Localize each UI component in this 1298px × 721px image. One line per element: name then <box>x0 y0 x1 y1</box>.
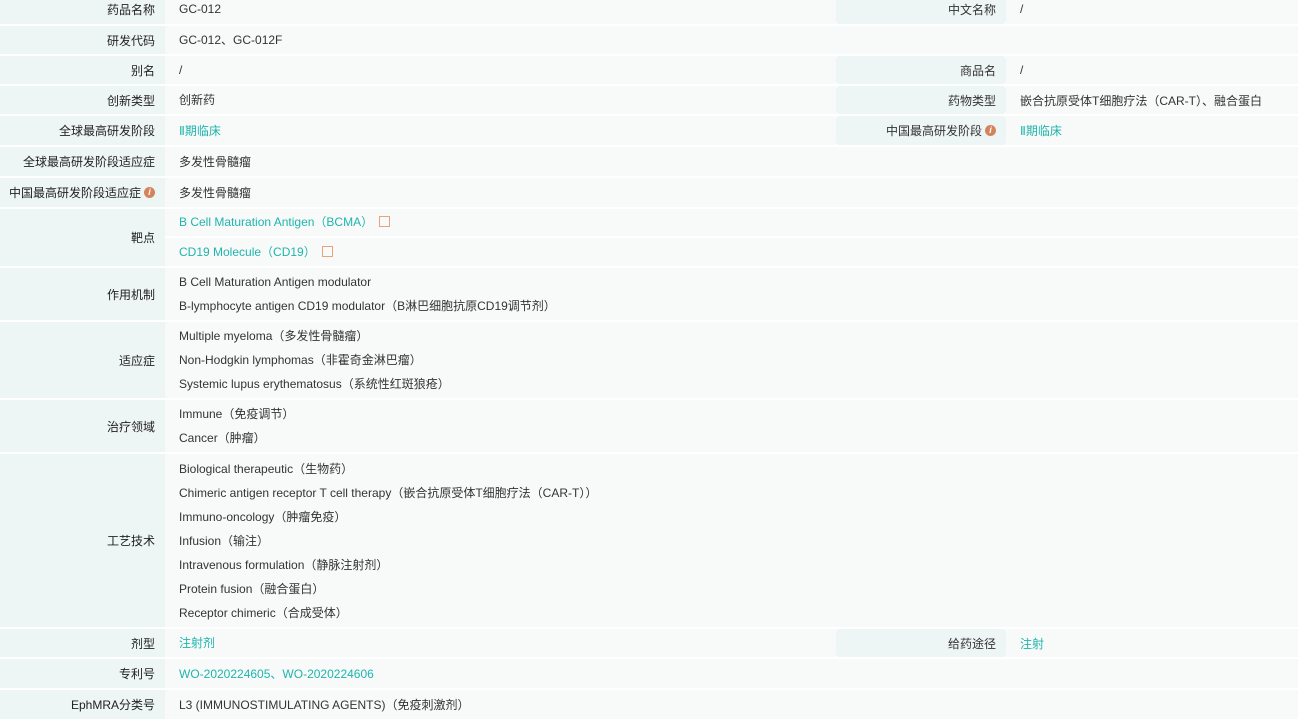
row-china-indication: 中国最高研发阶段适应症 i 多发性骨髓瘤 <box>0 178 1298 207</box>
value: / <box>1006 0 1298 24</box>
value: 多发性骨髓瘤 <box>179 185 252 200</box>
label: 研发代码 <box>0 26 165 54</box>
value: Receptor chimeric（合成受体） <box>179 605 348 620</box>
label: 剂型 <box>0 629 165 657</box>
value: GC-012 <box>179 2 222 16</box>
value: 多发性骨髓瘤 <box>179 154 252 169</box>
global-phase-link[interactable]: Ⅱ期临床 <box>179 119 822 143</box>
value: Immune（免疫调节） <box>179 407 295 421</box>
label: 药物类型 <box>836 86 1006 114</box>
label: 商品名 <box>836 56 1006 84</box>
value: B Cell Maturation Antigen modulator <box>179 275 372 289</box>
row-alias: 别名 / 商品名 / <box>0 56 1298 84</box>
value: 创新药 <box>179 93 216 107</box>
label: 中国最高研发阶段 <box>885 124 982 138</box>
patent-link[interactable]: WO-2020224605 <box>179 667 270 681</box>
row-technology: 工艺技术 Biological therapeutic（生物药） Chimeri… <box>0 454 1298 627</box>
value: Systemic lupus erythematosus（系统性红斑狼疮） <box>179 377 450 391</box>
label: 给药途径 <box>836 629 1006 657</box>
target-link[interactable]: B Cell Maturation Antigen（BCMA） <box>179 215 373 229</box>
value: B-lymphocyte antigen CD19 modulator（B淋巴细… <box>179 299 556 313</box>
value: Multiple myeloma（多发性骨髓瘤） <box>179 329 369 343</box>
label: 作用机制 <box>0 268 165 320</box>
label: 全球最高研发阶段适应症 <box>0 147 165 176</box>
value: Cancer（肿瘤） <box>179 431 266 445</box>
value: Non-Hodgkin lymphomas（非霍奇金淋巴瘤） <box>179 353 422 367</box>
value: / <box>1006 56 1298 84</box>
value: Chimeric antigen receptor T cell therapy… <box>179 485 598 500</box>
row-phase: 全球最高研发阶段 Ⅱ期临床 中国最高研发阶段 i Ⅱ期临床 <box>0 116 1298 145</box>
value: Protein fusion（融合蛋白） <box>179 581 325 596</box>
row-innovation-type: 创新类型 创新药 药物类型 嵌合抗原受体T细胞疗法（CAR-T）、融合蛋白 <box>0 86 1298 114</box>
label: 适应症 <box>0 322 165 398</box>
row-ephmra: EphMRA分类号 L3 (IMMUNOSTIMULATING AGENTS)（… <box>0 690 1298 719</box>
label: 药品名称 <box>0 0 165 24</box>
row-global-indication: 全球最高研发阶段适应症 多发性骨髓瘤 <box>0 147 1298 176</box>
row-drug-name: 药品名称 GC-012 中文名称 / <box>0 0 1298 24</box>
value: Infusion（输注） <box>179 533 270 548</box>
label: 专利号 <box>0 659 165 688</box>
label: EphMRA分类号 <box>0 690 165 719</box>
target-link[interactable]: CD19 Molecule（CD19） <box>179 245 316 259</box>
label: 别名 <box>0 56 165 84</box>
row-therapy-area: 治疗领域 Immune（免疫调节） Cancer（肿瘤） <box>0 400 1298 452</box>
route-link[interactable]: 注射 <box>1006 629 1298 657</box>
value: 嵌合抗原受体T细胞疗法（CAR-T）、融合蛋白 <box>1006 86 1298 114</box>
row-target: 靶点 B Cell Maturation Antigen（BCMA） CD19 … <box>0 209 1298 266</box>
row-code: 研发代码 GC-012、GC-012F <box>0 26 1298 54</box>
label: 中文名称 <box>836 0 1006 24</box>
external-link-icon[interactable] <box>379 216 391 227</box>
value: GC-012、GC-012F <box>179 33 283 47</box>
patent-link[interactable]: WO-2020224606 <box>282 667 373 681</box>
label: 中国最高研发阶段适应症 <box>8 186 141 200</box>
drug-info-table: 药品名称 GC-012 中文名称 / 研发代码 GC-012、GC-012F 别… <box>0 0 1298 721</box>
separator: 、 <box>270 666 283 681</box>
label: 创新类型 <box>0 86 165 114</box>
row-dosage-form: 剂型 注射剂 给药途径 注射 <box>0 629 1298 657</box>
value: Biological therapeutic（生物药） <box>179 461 354 476</box>
label: 全球最高研发阶段 <box>0 116 165 145</box>
value: Intravenous formulation（静脉注射剂） <box>179 557 389 572</box>
value: / <box>179 63 183 77</box>
china-phase-link[interactable]: Ⅱ期临床 <box>1006 116 1298 145</box>
info-icon[interactable]: i <box>985 125 996 136</box>
row-mechanism: 作用机制 B Cell Maturation Antigen modulator… <box>0 268 1298 320</box>
dosage-form-link[interactable]: 注射剂 <box>179 631 822 655</box>
label: 治疗领域 <box>0 400 165 452</box>
value: Immuno-oncology（肿瘤免疫） <box>179 509 347 524</box>
external-link-icon[interactable] <box>321 246 333 257</box>
row-patent: 专利号 WO-2020224605、WO-2020224606 <box>0 659 1298 688</box>
label: 靶点 <box>0 209 165 266</box>
label: 工艺技术 <box>0 454 165 627</box>
row-indication: 适应症 Multiple myeloma（多发性骨髓瘤） Non-Hodgkin… <box>0 322 1298 398</box>
info-icon[interactable]: i <box>144 187 155 198</box>
value: L3 (IMMUNOSTIMULATING AGENTS)（免疫刺激剂） <box>179 697 470 712</box>
